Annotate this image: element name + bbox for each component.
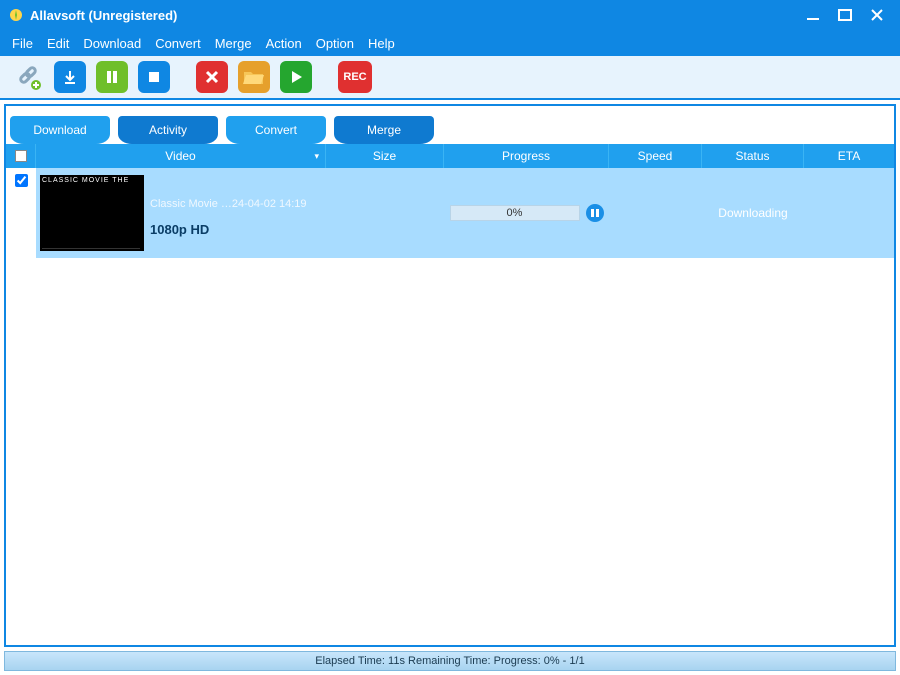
tabs-row: Download Activity Convert Merge: [6, 106, 894, 144]
video-title: Classic Movie …: [150, 198, 232, 210]
menu-convert[interactable]: Convert: [155, 36, 201, 51]
header-progress[interactable]: Progress: [444, 144, 609, 168]
row-size: [326, 168, 444, 258]
play-button[interactable]: [280, 61, 312, 93]
menubar: File Edit Download Convert Merge Action …: [0, 30, 900, 56]
minimize-button[interactable]: [806, 8, 820, 22]
menu-download[interactable]: Download: [83, 36, 141, 51]
open-folder-button[interactable]: [238, 61, 270, 93]
titlebar: Allavsoft (Unregistered): [0, 0, 900, 30]
pause-all-button[interactable]: [96, 61, 128, 93]
row-progress-cell: 0%: [444, 168, 609, 258]
menu-edit[interactable]: Edit: [47, 36, 69, 51]
table-row[interactable]: CLASSIC MOVIE THE Classic Movie …24-04-0…: [6, 168, 894, 258]
menu-merge[interactable]: Merge: [215, 36, 252, 51]
row-check-cell: [6, 168, 36, 258]
delete-button[interactable]: [196, 61, 228, 93]
video-title-line: Classic Movie …24-04-02 14:19: [150, 198, 307, 210]
maximize-button[interactable]: [838, 8, 852, 22]
status-text: Elapsed Time: 11s Remaining Time: Progre…: [315, 655, 584, 667]
menu-file[interactable]: File: [12, 36, 33, 51]
menu-action[interactable]: Action: [266, 36, 302, 51]
video-meta: Classic Movie …24-04-02 14:19 1080p HD: [150, 190, 307, 237]
app-icon: [8, 7, 24, 23]
menu-option[interactable]: Option: [316, 36, 354, 51]
main-panel: Download Activity Convert Merge Video▾ S…: [4, 104, 896, 647]
close-button[interactable]: [870, 8, 884, 22]
stop-all-button[interactable]: [138, 61, 170, 93]
video-thumbnail: CLASSIC MOVIE THE: [40, 175, 144, 251]
tab-activity[interactable]: Activity: [118, 116, 218, 144]
paste-url-button[interactable]: [12, 61, 44, 93]
toolbar: REC: [0, 56, 900, 100]
table-header: Video▾ Size Progress Speed Status ETA: [6, 144, 894, 168]
header-video[interactable]: Video▾: [36, 144, 326, 168]
row-checkbox[interactable]: [15, 174, 28, 187]
tab-merge[interactable]: Merge: [334, 116, 434, 144]
window-title: Allavsoft (Unregistered): [30, 8, 806, 23]
video-datetime: 24-04-02 14:19: [232, 198, 307, 210]
header-check-col[interactable]: [6, 144, 36, 168]
record-button[interactable]: REC: [338, 61, 372, 93]
empty-area: [6, 258, 894, 645]
sort-indicator-icon: ▾: [314, 151, 319, 162]
download-all-button[interactable]: [54, 61, 86, 93]
header-size[interactable]: Size: [326, 144, 444, 168]
select-all-checkbox[interactable]: [15, 150, 27, 162]
row-status: Downloading: [702, 168, 804, 258]
statusbar: Elapsed Time: 11s Remaining Time: Progre…: [4, 651, 896, 671]
tab-download[interactable]: Download: [10, 116, 110, 144]
tab-convert[interactable]: Convert: [226, 116, 326, 144]
menu-help[interactable]: Help: [368, 36, 395, 51]
row-video-cell: CLASSIC MOVIE THE Classic Movie …24-04-0…: [36, 168, 326, 258]
record-label: REC: [343, 71, 366, 83]
header-eta[interactable]: ETA: [804, 144, 894, 168]
video-quality: 1080p HD: [150, 222, 307, 237]
header-speed[interactable]: Speed: [609, 144, 702, 168]
header-status[interactable]: Status: [702, 144, 804, 168]
progress-bar: 0%: [450, 205, 580, 221]
row-speed: [609, 168, 702, 258]
pause-item-button[interactable]: [586, 204, 604, 222]
row-eta: [804, 168, 894, 258]
